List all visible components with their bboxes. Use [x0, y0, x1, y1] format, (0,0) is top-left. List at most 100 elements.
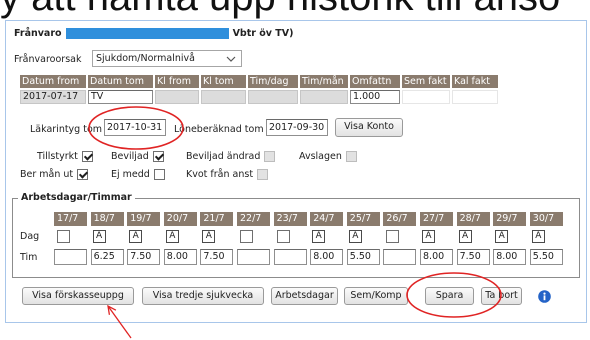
hours-input[interactable]: 6.25 [90, 249, 124, 265]
period-table-row: 2017-07-17 TV 1.000 [20, 90, 498, 104]
ej-medd-label: Ej medd [111, 168, 150, 180]
date-header: 19/7 [127, 212, 161, 226]
ber-man-ut-label: Ber mån ut [20, 168, 74, 180]
day-code-box[interactable]: A [92, 230, 106, 243]
beviljad-checkbox[interactable] [152, 150, 164, 162]
date-header: 28/7 [456, 212, 490, 226]
day-checkbox[interactable] [57, 230, 70, 243]
beviljad-label: Beviljad [111, 150, 149, 162]
avslagen-checkbox[interactable] [345, 150, 357, 162]
day-code-box[interactable]: A [165, 230, 179, 243]
time-to-cell [201, 90, 246, 104]
date-header: 22/7 [237, 212, 270, 226]
hours-input[interactable] [54, 249, 87, 265]
extent-cell[interactable]: 1.000 [350, 90, 400, 104]
hours-input[interactable]: 8.00 [493, 249, 527, 265]
hours-input[interactable]: 7.50 [200, 249, 234, 265]
date-header: 21/7 [200, 212, 234, 226]
day-code-box[interactable]: A [312, 230, 326, 243]
day-code-box[interactable]: A [458, 230, 472, 243]
show-insurance-info-button[interactable]: Visa förskasseuppg [22, 287, 134, 305]
absence-reason-label: Frånvaroorsak [14, 54, 82, 65]
date-from-header: Datum from [20, 75, 86, 88]
extent-header: Omfattn [350, 75, 400, 88]
beviljad-andrad-label: Beviljad ändrad [186, 150, 261, 162]
date-header: 20/7 [163, 212, 197, 226]
title-suffix: Vbtr öv TV) [232, 27, 294, 39]
show-third-sick-week-button[interactable]: Visa tredje sjukvecka [142, 287, 264, 305]
date-header: 23/7 [273, 212, 307, 226]
checkbox-group-beviljad: Beviljad [111, 150, 164, 162]
hours-input[interactable] [383, 249, 417, 265]
hours-input[interactable] [237, 249, 270, 265]
info-icon[interactable] [538, 290, 551, 303]
panel-title: Frånvaro Vbtr öv TV) [14, 27, 293, 39]
day-code-box[interactable]: A [348, 230, 362, 243]
day-code-box[interactable]: A [202, 230, 216, 243]
checkbox-group-avslagen: Avslagen [299, 150, 357, 162]
hours-input[interactable]: 7.50 [456, 249, 490, 265]
kvot-fran-anst-checkbox[interactable] [257, 168, 269, 180]
checkbox-group-beviljad-andrad: Beviljad ändrad [186, 150, 276, 162]
hours-input[interactable]: 8.00 [420, 249, 453, 265]
tillstyrkt-checkbox[interactable] [81, 150, 93, 162]
title-prefix: Frånvaro [14, 27, 62, 39]
kvot-fran-anst-label: Kvot från anst [186, 168, 254, 180]
hours-per-day-header: Tim/dag [248, 75, 298, 88]
hours-per-month-cell [300, 90, 348, 104]
calendar-factor-cell[interactable] [452, 90, 498, 104]
date-header: 29/7 [493, 212, 527, 226]
hours-row-label: Tim [20, 252, 38, 263]
ej-medd-checkbox[interactable] [153, 168, 165, 180]
day-code-box[interactable]: A [129, 230, 143, 243]
calendar-factor-header: Kal fakt [452, 75, 498, 88]
date-from-cell: 2017-07-17 [20, 90, 86, 104]
time-from-cell [155, 90, 199, 104]
hours-input[interactable]: 8.00 [310, 249, 344, 265]
time-to-header: Kl tom [201, 75, 246, 88]
hours-input[interactable] [273, 249, 307, 265]
ber-man-ut-checkbox[interactable] [77, 168, 89, 180]
vacation-factor-cell[interactable] [402, 90, 450, 104]
time-from-header: Kl from [155, 75, 199, 88]
vacation-factor-header: Sem fakt [402, 75, 450, 88]
hours-input[interactable]: 7.50 [127, 249, 161, 265]
day-checkbox[interactable] [240, 230, 253, 243]
payroll-date-input[interactable]: 2017-09-30 [266, 119, 328, 136]
date-header: 27/7 [420, 212, 453, 226]
date-header: 17/7 [54, 212, 87, 226]
day-code-box[interactable]: A [531, 230, 545, 243]
delete-button[interactable]: Ta bort [481, 287, 522, 305]
checkbox-group-ej-medd: Ej medd [111, 168, 165, 180]
hours-input[interactable]: 8.00 [163, 249, 197, 265]
day-code-box[interactable]: A [495, 230, 509, 243]
date-to-header: Datum tom [88, 75, 153, 88]
date-header: 30/7 [529, 212, 563, 226]
checkbox-group-ber-man-ut: Ber mån ut [20, 168, 89, 180]
beviljad-andrad-checkbox[interactable] [264, 150, 276, 162]
hours-input[interactable]: 5.50 [529, 249, 563, 265]
vacation-comp-button[interactable]: Sem/Komp [344, 287, 408, 305]
workdays-button[interactable]: Arbetsdagar [271, 287, 338, 305]
absence-reason-select[interactable]: Sjukdom/Normalnivå [92, 50, 242, 67]
day-checkbox[interactable] [276, 230, 290, 243]
avslagen-label: Avslagen [299, 150, 342, 162]
certificate-date-input[interactable]: 2017-10-31 [104, 119, 166, 136]
checkbox-group-tillstyrkt: Tillstyrkt [37, 150, 93, 162]
chevron-down-icon [226, 56, 236, 62]
absence-reason-value: Sjukdom/Normalnivå [96, 53, 195, 64]
tillstyrkt-label: Tillstyrkt [37, 150, 78, 162]
hours-per-month-header: Tim/mån [300, 75, 348, 88]
show-account-button[interactable]: Visa Konto [335, 118, 403, 137]
save-button[interactable]: Spara [425, 287, 474, 305]
date-header: 24/7 [310, 212, 344, 226]
certificate-label: Läkarintyg tom [30, 124, 103, 135]
day-checkbox[interactable] [386, 230, 400, 243]
payroll-label: Löneberäknad tom [174, 124, 264, 135]
date-to-cell[interactable]: TV [88, 90, 153, 104]
hours-per-day-cell [248, 90, 298, 104]
day-row-label: Dag [20, 231, 40, 242]
redacted-name-bar [65, 27, 229, 39]
hours-input[interactable]: 5.50 [346, 249, 380, 265]
day-code-box[interactable]: A [422, 230, 435, 243]
